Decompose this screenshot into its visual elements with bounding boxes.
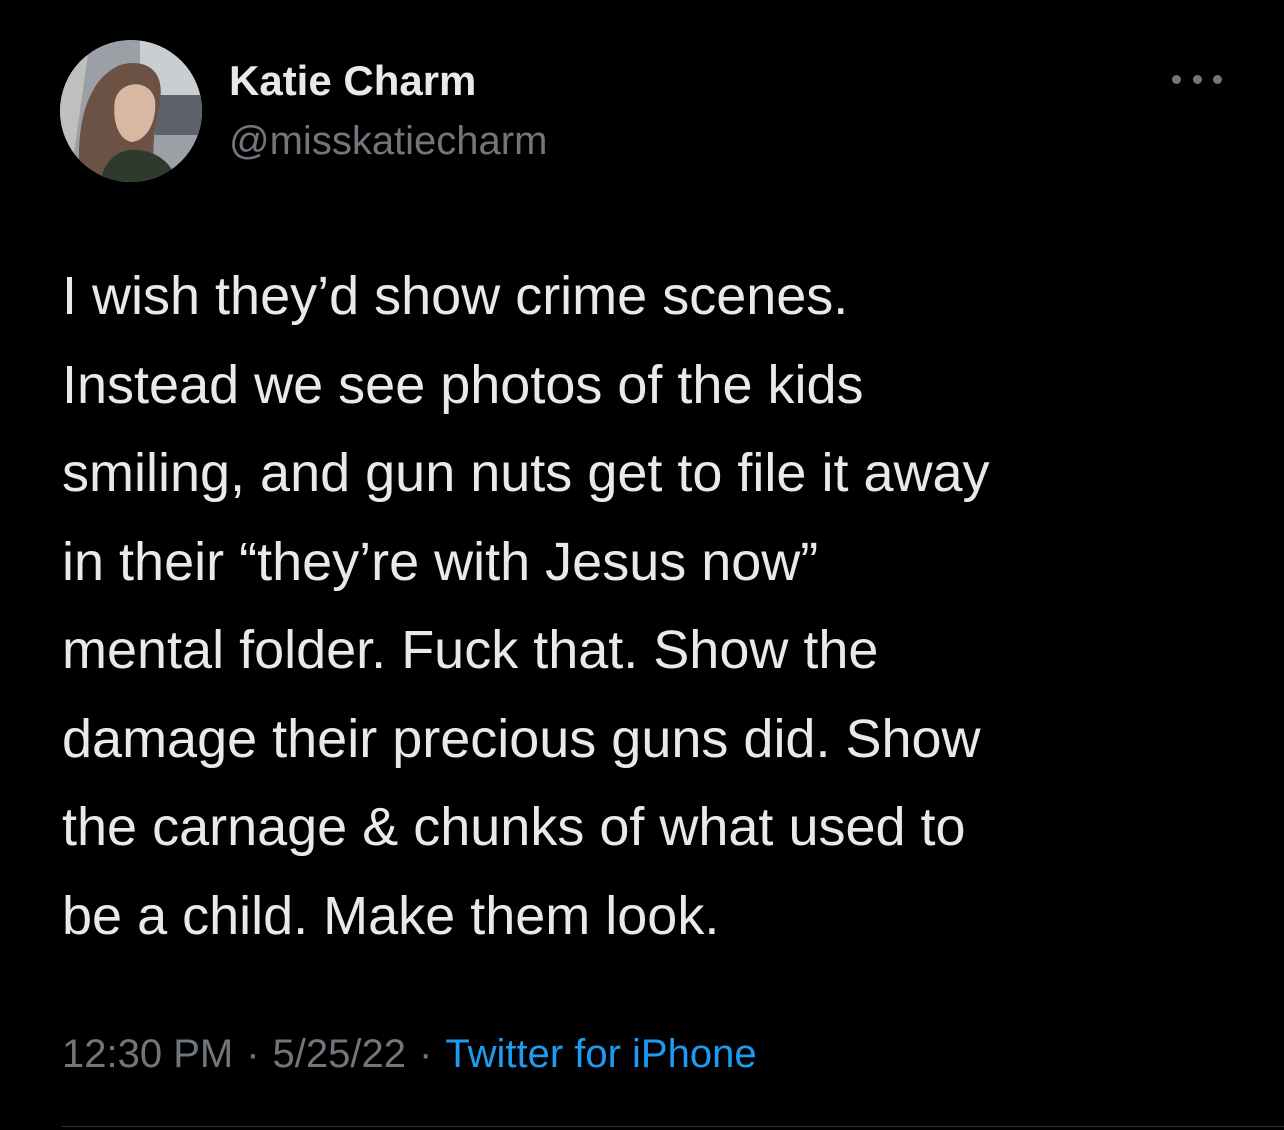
dot: [1213, 74, 1222, 84]
tweet: Katie Charm @misskatiecharm I wish they’…: [0, 0, 1284, 1130]
profile-photo-icon: [60, 40, 202, 182]
tweet-text-line: smiling, and gun nuts get to file it awa…: [62, 443, 990, 503]
tweet-text-line: be a child. Make them look.: [62, 885, 720, 946]
more-options-icon[interactable]: [1172, 66, 1222, 92]
divider: [62, 1126, 1284, 1127]
tweet-metadata: 12:30 PM · 5/25/22 · Twitter for iPhone: [62, 1028, 757, 1080]
display-name[interactable]: Katie Charm: [229, 55, 476, 107]
dot: [1172, 74, 1181, 84]
tweet-date[interactable]: 5/25/22: [273, 1032, 406, 1076]
separator: ·: [419, 1032, 433, 1076]
tweet-text-line: Instead we see photos of the kids: [62, 354, 864, 415]
avatar[interactable]: [60, 40, 202, 182]
tweet-text-line: in their “they’re with Jesus now”: [62, 531, 819, 592]
tweet-source-link[interactable]: Twitter for iPhone: [445, 1032, 756, 1076]
user-handle[interactable]: @misskatiecharm: [229, 116, 547, 166]
tweet-text-line: the carnage & chunks of what used to: [62, 797, 966, 857]
dot: [1192, 74, 1202, 84]
tweet-text-line: I wish they’d show crime scenes.: [62, 266, 849, 326]
tweet-text-line: mental folder. Fuck that. Show the: [62, 620, 879, 680]
tweet-text-line: damage their precious guns did. Show: [62, 708, 981, 769]
tweet-time[interactable]: 12:30 PM: [62, 1032, 233, 1076]
tweet-text: I wish they’d show crime scenes. Instead…: [62, 252, 1242, 960]
separator: ·: [246, 1032, 260, 1076]
